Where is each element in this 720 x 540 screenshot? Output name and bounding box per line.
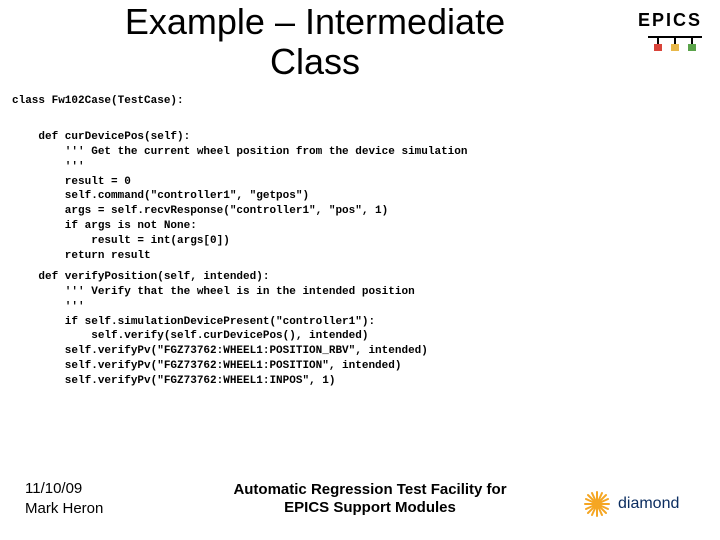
footer-left: 11/10/09 Mark Heron: [25, 479, 103, 518]
code-method-curdevicepos: def curDevicePos(self): ''' Get the curr…: [12, 130, 467, 264]
diamond-logo: diamond: [582, 486, 702, 522]
epics-icon: [648, 34, 702, 52]
footer-date: 11/10/09: [25, 479, 103, 499]
slide-title: Example – Intermediate Class: [85, 2, 545, 81]
slide: Example – Intermediate Class EPICS class…: [0, 0, 720, 540]
epics-label: EPICS: [638, 10, 702, 31]
code-class-declaration: class Fw102Case(TestCase):: [12, 95, 184, 107]
code-method-verifyposition: def verifyPosition(self, intended): ''' …: [12, 270, 428, 389]
diamond-burst-icon: [582, 489, 612, 519]
footer-subtitle: Automatic Regression Test Facility for E…: [210, 481, 530, 519]
diamond-logo-text: diamond: [618, 495, 679, 513]
footer-author: Mark Heron: [25, 499, 103, 519]
